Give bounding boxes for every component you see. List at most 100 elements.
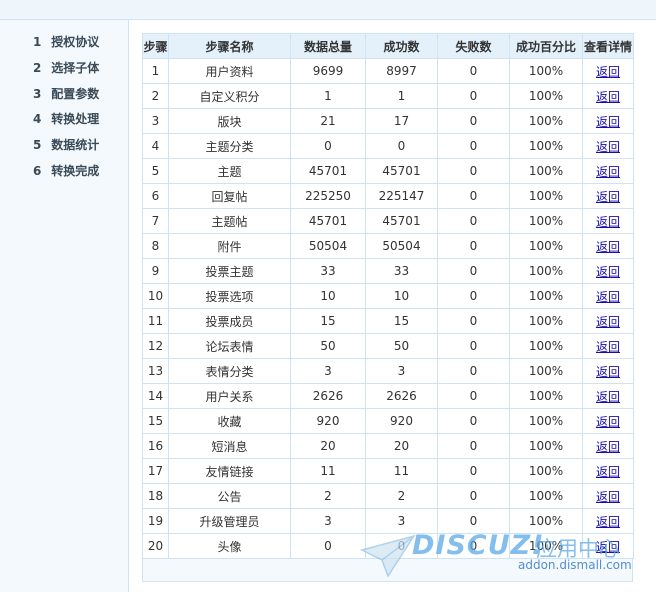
stats-panel: 步骤 步骤名称 数据总量 成功数 失败数 成功百分比 查看详情 1 用户资料 969… (142, 33, 634, 582)
cell-percent: 100% (509, 358, 583, 384)
back-link[interactable]: 返回 (596, 390, 620, 404)
cell-step: 18 (142, 483, 169, 509)
cell-success: 20 (365, 433, 438, 459)
back-link[interactable]: 返回 (596, 465, 620, 479)
table-row: 12 论坛表情 50 50 0 100% 返回 (142, 333, 634, 359)
cell-total: 45701 (290, 158, 366, 184)
cell-step-name: 主题分类 (168, 133, 291, 159)
cell-step-name: 友情链接 (168, 458, 291, 484)
cell-success: 225147 (365, 183, 438, 209)
cell-step-name: 回复帖 (168, 183, 291, 209)
back-link[interactable]: 返回 (596, 65, 620, 79)
table-row: 11 投票成员 15 15 0 100% 返回 (142, 308, 634, 334)
cell-fail: 0 (437, 58, 510, 84)
cell-success: 2 (365, 483, 438, 509)
cell-details: 返回 (582, 133, 634, 159)
cell-step: 19 (142, 508, 169, 534)
sidebar-step-5[interactable]: 5 数据统计 (0, 135, 128, 161)
sidebar-step-3[interactable]: 3 配置参数 (0, 84, 128, 110)
back-link[interactable]: 返回 (596, 515, 620, 529)
sidebar-step-4[interactable]: 4 转换处理 (0, 109, 128, 135)
sidebar-step-1[interactable]: 1 授权协议 (0, 32, 128, 58)
cell-fail: 0 (437, 408, 510, 434)
cell-step-name: 主题 (168, 158, 291, 184)
cell-fail: 0 (437, 258, 510, 284)
step-label: 转换处理 (51, 112, 100, 127)
cell-step: 16 (142, 433, 169, 459)
cell-details: 返回 (582, 483, 634, 509)
cell-step: 4 (142, 133, 169, 159)
back-link[interactable]: 返回 (596, 365, 620, 379)
step-list: 1 授权协议 2 选择子体 3 配置参数 4 转换处理 5 数据统计 6 转换完… (0, 20, 128, 187)
cell-step: 10 (142, 283, 169, 309)
back-link[interactable]: 返回 (596, 490, 620, 504)
back-link[interactable]: 返回 (596, 265, 620, 279)
cell-percent: 100% (509, 258, 583, 284)
cell-percent: 100% (509, 483, 583, 509)
cell-percent: 100% (509, 233, 583, 259)
cell-step-name: 公告 (168, 483, 291, 509)
step-label: 选择子体 (51, 60, 100, 75)
back-link[interactable]: 返回 (596, 140, 620, 154)
cell-details: 返回 (582, 208, 634, 234)
cell-details: 返回 (582, 183, 634, 209)
cell-total: 33 (290, 258, 366, 284)
cell-step: 1 (142, 58, 169, 84)
back-link[interactable]: 返回 (596, 115, 620, 129)
cell-step-name: 附件 (168, 233, 291, 259)
cell-step-name: 用户关系 (168, 383, 291, 409)
back-link[interactable]: 返回 (596, 315, 620, 329)
cell-success: 15 (365, 308, 438, 334)
cell-step-name: 用户资料 (168, 58, 291, 84)
table-header-row: 步骤 步骤名称 数据总量 成功数 失败数 成功百分比 查看详情 (142, 33, 634, 59)
cell-percent: 100% (509, 333, 583, 359)
cell-percent: 100% (509, 208, 583, 234)
cell-success: 10 (365, 283, 438, 309)
cell-fail: 0 (437, 483, 510, 509)
cell-details: 返回 (582, 283, 634, 309)
cell-details: 返回 (582, 58, 634, 84)
back-link[interactable]: 返回 (596, 540, 620, 554)
cell-total: 10 (290, 283, 366, 309)
cell-total: 50504 (290, 233, 366, 259)
table-row: 15 收藏 920 920 0 100% 返回 (142, 408, 634, 434)
cell-step-name: 主题帖 (168, 208, 291, 234)
cell-step-name: 收藏 (168, 408, 291, 434)
back-link[interactable]: 返回 (596, 215, 620, 229)
step-number: 6 (33, 163, 42, 178)
cell-success: 50 (365, 333, 438, 359)
sidebar-step-2[interactable]: 2 选择子体 (0, 58, 128, 84)
table-row: 1 用户资料 9699 8997 0 100% 返回 (142, 58, 634, 84)
cell-percent: 100% (509, 158, 583, 184)
sidebar-step-6[interactable]: 6 转换完成 (0, 161, 128, 187)
step-number: 5 (33, 138, 42, 153)
cell-success: 45701 (365, 208, 438, 234)
back-link[interactable]: 返回 (596, 90, 620, 104)
cell-fail: 0 (437, 358, 510, 384)
cell-percent: 100% (509, 308, 583, 334)
step-label: 授权协议 (51, 35, 100, 49)
cell-fail: 0 (437, 508, 510, 534)
cell-details: 返回 (582, 458, 634, 484)
column-header-details: 查看详情 (582, 33, 634, 59)
table-row: 20 头像 0 0 0 100% 返回 (142, 533, 634, 559)
cell-percent: 100% (509, 108, 583, 134)
back-link[interactable]: 返回 (596, 190, 620, 204)
table-row: 8 附件 50504 50504 0 100% 返回 (142, 233, 634, 259)
cell-step: 5 (142, 158, 169, 184)
step-number: 3 (33, 86, 42, 101)
sidebar: 1 授权协议 2 选择子体 3 配置参数 4 转换处理 5 数据统计 6 转换完… (0, 20, 129, 592)
cell-success: 33 (365, 258, 438, 284)
back-link[interactable]: 返回 (596, 165, 620, 179)
cell-success: 0 (365, 533, 438, 559)
back-link[interactable]: 返回 (596, 415, 620, 429)
cell-step: 7 (142, 208, 169, 234)
table-row: 10 投票选项 10 10 0 100% 返回 (142, 283, 634, 309)
cell-percent: 100% (509, 383, 583, 409)
cell-step: 8 (142, 233, 169, 259)
back-link[interactable]: 返回 (596, 340, 620, 354)
back-link[interactable]: 返回 (596, 290, 620, 304)
back-link[interactable]: 返回 (596, 440, 620, 454)
cell-details: 返回 (582, 333, 634, 359)
back-link[interactable]: 返回 (596, 240, 620, 254)
